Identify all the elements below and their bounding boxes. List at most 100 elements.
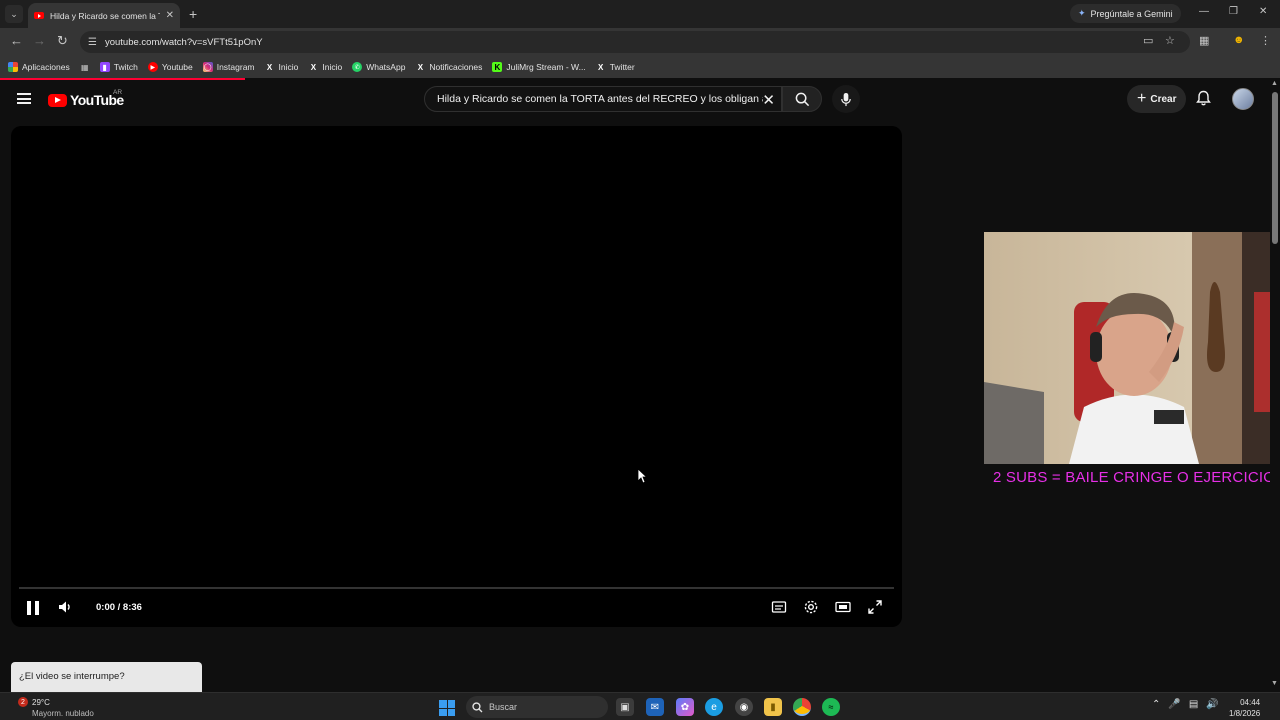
gemini-button[interactable]: ✦ Pregúntale a Gemini: [1070, 4, 1181, 23]
bookmark-x-notificaciones[interactable]: X Notificaciones: [415, 62, 483, 72]
fullscreen-icon[interactable]: [867, 599, 883, 615]
volume-icon[interactable]: [57, 599, 73, 615]
weather-temperature: 29°C: [32, 698, 50, 707]
search-query-text[interactable]: Hilda y Ricardo se comen la TORTA antes …: [437, 93, 763, 105]
outlook-icon[interactable]: ✉: [646, 698, 664, 716]
search-icon: [795, 92, 809, 106]
progress-bar[interactable]: [19, 587, 894, 589]
webcam-image: [984, 232, 1280, 464]
extensions-icon[interactable]: ▦: [1199, 34, 1209, 47]
time-display: 0:00 / 8:36: [96, 602, 142, 613]
system-clock[interactable]: 04:44 1/8/2026: [1229, 697, 1260, 719]
bookmark-star-icon[interactable]: ☆: [1165, 34, 1175, 47]
obs-icon[interactable]: ◉: [735, 698, 753, 716]
bookmark-kick-stream[interactable]: K JuliMrg Stream - W...: [492, 62, 586, 72]
instagram-icon: ◯: [202, 62, 213, 72]
scrollbar-thumb[interactable]: [1272, 92, 1278, 244]
kick-icon: K: [492, 62, 503, 72]
x-logo-icon: X: [417, 62, 424, 72]
mouse-pointer-icon: [637, 468, 647, 484]
restore-icon[interactable]: ❐: [1229, 6, 1238, 17]
tray-microphone-icon[interactable]: 🎤: [1168, 699, 1180, 710]
scroll-down-arrow-icon[interactable]: ▼: [1271, 680, 1278, 687]
scroll-up-arrow-icon[interactable]: ▲: [1271, 80, 1278, 87]
apps-grid-icon: [8, 62, 18, 72]
search-input[interactable]: Hilda y Ricardo se comen la TORTA antes …: [424, 86, 782, 112]
cast-icon[interactable]: ▭: [1143, 34, 1153, 47]
clear-search-icon[interactable]: ✕: [762, 91, 775, 109]
bookmark-aplicaciones[interactable]: Aplicaciones: [8, 62, 70, 72]
tray-overflow-chevron-icon[interactable]: ⌃: [1152, 699, 1160, 710]
bookmark-label: Twitter: [609, 62, 635, 72]
bookmark-tab-groups[interactable]: ▦: [80, 62, 90, 72]
taskbar-search-placeholder: Buscar: [489, 702, 518, 712]
minimize-icon[interactable]: —: [1199, 6, 1209, 17]
microphone-icon: [841, 92, 851, 106]
file-explorer-icon[interactable]: ▮: [764, 698, 782, 716]
chrome-icon[interactable]: [793, 698, 811, 716]
address-bar[interactable]: ☰ youtube.com/watch?v=sVFTt51pOnY: [80, 31, 1190, 53]
tray-volume-icon[interactable]: 🔊: [1206, 699, 1218, 710]
reload-icon[interactable]: ↻: [57, 33, 68, 49]
browser-tab-active[interactable]: Hilda y Ricardo se comen la TORTA antes …: [28, 3, 180, 28]
youtube-icon: ▶: [147, 62, 158, 72]
x-logo-icon: X: [598, 62, 604, 72]
tab-close-icon[interactable]: ✕: [166, 10, 174, 21]
theater-mode-icon[interactable]: [835, 599, 851, 615]
task-view-icon[interactable]: ▣: [616, 698, 634, 716]
youtube-favicon-icon: [34, 12, 44, 19]
voice-search-button[interactable]: [832, 85, 860, 113]
notifications-bell-icon[interactable]: [1196, 90, 1211, 106]
bookmark-label: WhatsApp: [366, 62, 406, 72]
browser-toolbar: ← → ↻ ☰ youtube.com/watch?v=sVFTt51pOnY …: [0, 28, 1280, 56]
plus-icon: +: [1137, 90, 1147, 107]
whatsapp-icon: ✆: [352, 62, 363, 72]
x-logo-icon: X: [310, 62, 317, 72]
window-close-icon[interactable]: ✕: [1259, 6, 1267, 17]
bookmarks-bar: Aplicaciones ▦ ▮ Twitch ▶ Youtube ◯ Inst…: [0, 56, 1280, 78]
bookmark-whatsapp[interactable]: ✆ WhatsApp: [352, 62, 405, 72]
tab-groups-icon: ▦: [80, 62, 89, 72]
edge-icon[interactable]: e: [705, 698, 723, 716]
video-player[interactable]: 0:00 / 8:36: [11, 126, 902, 627]
tray-network-icon[interactable]: ▤: [1189, 699, 1198, 710]
back-arrow-icon[interactable]: ←: [10, 33, 23, 48]
subtitles-icon[interactable]: [771, 599, 787, 615]
stream-overlay-caption: 2 SUBS = BAILE CRINGE O EJERCICIO: [993, 469, 1276, 486]
copilot-icon[interactable]: ✿: [676, 698, 694, 716]
chrome-menu-icon[interactable]: ⋮: [1260, 34, 1271, 47]
settings-gear-icon[interactable]: [803, 599, 819, 615]
bookmark-label: Youtube: [161, 62, 193, 72]
page-scrollbar[interactable]: ▲ ▼: [1270, 78, 1280, 692]
bookmark-label: Notificaciones: [429, 62, 483, 72]
windows-taskbar: 2 29°C Mayorm. nublado Buscar ▣ ✉ ✿ e ◉ …: [0, 692, 1280, 720]
browser-tab-strip: ⌄ Hilda y Ricardo se comen la TORTA ante…: [0, 0, 1280, 28]
notification-badge: 2: [18, 697, 28, 707]
bookmark-twitch[interactable]: ▮ Twitch: [99, 62, 138, 72]
bookmark-twitter[interactable]: X Twitter: [596, 62, 635, 72]
pause-icon[interactable]: [27, 601, 39, 615]
bookmark-label: Aplicaciones: [22, 62, 70, 72]
search-button[interactable]: [782, 86, 822, 112]
player-controls: 0:00 / 8:36: [11, 596, 902, 624]
taskbar-search[interactable]: Buscar: [466, 696, 608, 718]
create-button[interactable]: + Crear: [1127, 85, 1187, 113]
tab-search-button[interactable]: ⌄: [5, 5, 23, 23]
spotify-icon[interactable]: ≈: [822, 698, 840, 716]
site-info-icon[interactable]: ☰: [88, 37, 97, 48]
hamburger-menu-icon[interactable]: [17, 93, 31, 104]
bookmark-x-inicio-2[interactable]: X Inicio: [308, 62, 343, 72]
bookmark-instagram[interactable]: ◯ Instagram: [202, 62, 255, 72]
windows-start-icon[interactable]: [439, 700, 455, 716]
forward-arrow-icon[interactable]: →: [33, 33, 46, 48]
playback-issue-toast[interactable]: ¿El video se interrumpe?: [11, 662, 202, 692]
bookmark-label: JuliMrg Stream - W...: [506, 62, 586, 72]
new-tab-button[interactable]: +: [189, 6, 197, 22]
bookmark-youtube[interactable]: ▶ Youtube: [147, 62, 193, 72]
profile-icon[interactable]: ☻: [1233, 34, 1245, 46]
country-code: AR: [113, 89, 123, 96]
user-avatar[interactable]: [1232, 88, 1254, 110]
create-label: Crear: [1150, 93, 1177, 105]
bookmark-x-inicio[interactable]: X Inicio: [265, 62, 299, 72]
url-text[interactable]: youtube.com/watch?v=sVFTt51pOnY: [105, 37, 263, 48]
